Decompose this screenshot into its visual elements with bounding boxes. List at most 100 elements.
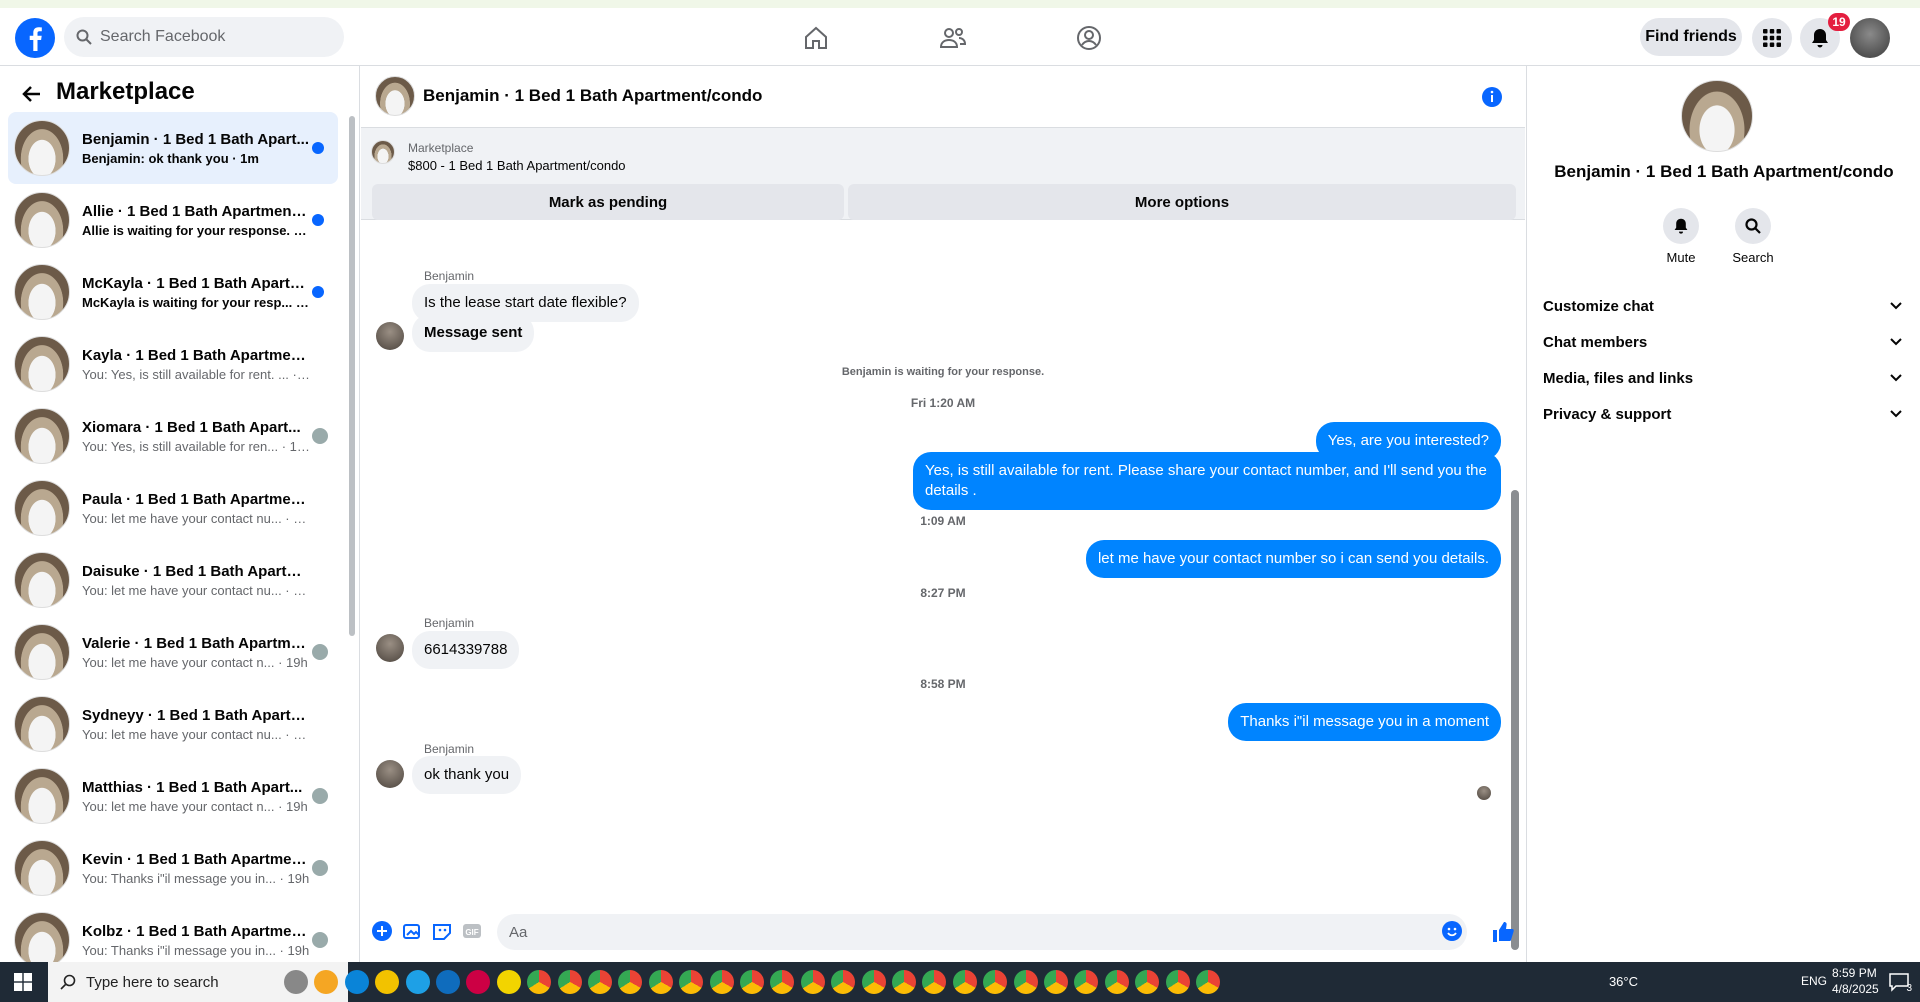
seen-avatar (312, 428, 328, 444)
action-center-icon[interactable]: 3 (1888, 972, 1912, 994)
chat-title[interactable]: Benjamin · 1 Bed 1 Bath Apartment/condo (423, 86, 762, 106)
back-arrow-icon[interactable] (20, 82, 44, 106)
photo-icon[interactable] (401, 920, 425, 944)
clock[interactable]: 8:59 PM 4/8/2025 (1832, 966, 1879, 996)
weather-temperature[interactable]: 36°C (1609, 974, 1638, 989)
chrome-window-icon[interactable] (800, 970, 825, 994)
customize-chat-section[interactable]: Customize chat (1543, 292, 1903, 320)
conversation-preview: You: Thanks i"il message you in... · 19h (82, 942, 310, 958)
mark-as-pending-button[interactable]: Mark as pending (372, 184, 844, 220)
chat-thumbnail[interactable] (375, 76, 415, 116)
chrome-window-icon[interactable] (983, 970, 1008, 994)
facebook-logo-icon[interactable] (14, 17, 56, 59)
chat-members-section[interactable]: Chat members (1543, 328, 1903, 356)
gif-icon[interactable]: GIF (461, 920, 485, 944)
message-composer: GIF Aa (361, 904, 1525, 962)
conversation-item[interactable]: Paula · 1 Bed 1 Bath Apartment/... You: l… (8, 472, 338, 544)
sticker-icon[interactable] (431, 920, 455, 944)
conversation-item[interactable]: Daisuke · 1 Bed 1 Bath Apartmen... You: l… (8, 544, 338, 616)
taskbar-app-icon[interactable] (436, 970, 460, 994)
search-icon (76, 29, 92, 45)
conversation-name: Kayla · 1 Bed 1 Bath Apartment/c... (82, 346, 310, 364)
chrome-window-icon[interactable] (557, 970, 582, 994)
taskbar-app-icon[interactable] (375, 970, 400, 994)
sender-avatar[interactable] (376, 634, 404, 662)
emoji-icon[interactable] (1441, 920, 1465, 944)
chrome-window-icon[interactable] (1074, 970, 1099, 994)
sender-avatar[interactable] (376, 760, 404, 788)
search-in-chat-button[interactable]: Search (1723, 208, 1783, 265)
friends-icon[interactable] (937, 22, 969, 54)
chrome-window-icon[interactable] (588, 970, 612, 994)
conversation-text: Matthias · 1 Bed 1 Bath Apart... You: let… (82, 779, 310, 814)
chrome-window-icon[interactable] (648, 970, 673, 994)
chrome-window-icon[interactable] (679, 970, 704, 994)
find-friends-button[interactable]: Find friends (1640, 18, 1742, 56)
language-indicator[interactable]: ENG (1801, 974, 1827, 988)
section-label: Chat members (1543, 333, 1648, 351)
conversation-item[interactable]: Sydneyy · 1 Bed 1 Bath Apartme... You: le… (8, 688, 338, 760)
conversation-item[interactable]: Matthias · 1 Bed 1 Bath Apart... You: let… (8, 760, 338, 832)
chrome-window-icon[interactable] (1196, 970, 1220, 994)
chevron-down-icon (1889, 371, 1903, 385)
incoming-message[interactable]: Message sent (412, 314, 535, 352)
chrome-window-icon[interactable] (527, 970, 552, 994)
chrome-window-icon[interactable] (1135, 970, 1160, 994)
apps-menu-button[interactable] (1752, 18, 1792, 58)
incoming-message[interactable]: 6614339788 (412, 631, 520, 669)
outgoing-message[interactable]: Thanks i"il message you in a moment (1228, 703, 1501, 741)
conversation-item[interactable]: Kevin · 1 Bed 1 Bath Apartmen... You: Tha… (8, 832, 338, 904)
home-icon[interactable] (800, 22, 832, 54)
chrome-window-icon[interactable] (1044, 970, 1068, 994)
listing-thumbnail[interactable] (371, 140, 395, 164)
outgoing-message[interactable]: let me have your contact number so i can… (1085, 540, 1501, 578)
conversation-item[interactable]: Benjamin · 1 Bed 1 Bath Apart... Benjamin… (8, 112, 338, 184)
conversation-item[interactable]: Valerie · 1 Bed 1 Bath Apartme... You: le… (8, 616, 338, 688)
taskbar-app-icon[interactable] (466, 970, 491, 994)
taskbar-app-icon[interactable] (284, 970, 308, 994)
conversation-item[interactable]: Kolbz · 1 Bed 1 Bath Apartmen... You: Tha… (8, 904, 338, 962)
seen-avatar (312, 860, 328, 876)
conversation-text: Allie · 1 Bed 1 Bath Apartment/... Allie … (82, 203, 310, 238)
chrome-window-icon[interactable] (952, 970, 977, 994)
sender-avatar[interactable] (376, 322, 404, 350)
groups-icon[interactable] (1073, 22, 1105, 54)
info-icon[interactable] (1481, 86, 1503, 108)
chrome-window-icon[interactable] (892, 970, 916, 994)
privacy-support-section[interactable]: Privacy & support (1543, 400, 1903, 428)
listing-title[interactable]: $800 - 1 Bed 1 Bath Apartment/condo (408, 158, 626, 173)
conversation-item[interactable]: Kayla · 1 Bed 1 Bath Apartment/c... You: … (8, 328, 338, 400)
conversation-item[interactable]: Allie · 1 Bed 1 Bath Apartment/... Allie … (8, 184, 338, 256)
grid-icon (1763, 29, 1781, 47)
listing-image[interactable] (1681, 80, 1753, 152)
chrome-window-icon[interactable] (831, 970, 856, 994)
account-avatar[interactable] (1850, 18, 1890, 58)
taskbar-app-icon[interactable] (405, 970, 430, 994)
chrome-window-icon[interactable] (922, 970, 947, 994)
message-input[interactable]: Aa (497, 914, 1467, 950)
more-options-button[interactable]: More options (848, 184, 1516, 220)
outgoing-message[interactable]: Yes, is still available for rent. Please… (913, 452, 1501, 510)
taskbar-app-icon[interactable] (496, 970, 521, 994)
chrome-window-icon[interactable] (1013, 970, 1038, 994)
thumbs-up-icon[interactable] (1491, 920, 1515, 944)
plus-icon[interactable] (371, 920, 395, 944)
taskbar-app-icon[interactable] (344, 970, 369, 994)
conversation-item[interactable]: McKayla · 1 Bed 1 Bath Apartm... McKayla … (8, 256, 338, 328)
chrome-window-icon[interactable] (618, 970, 643, 994)
marketplace-label: Marketplace (408, 141, 474, 155)
chat-scrollbar[interactable] (1511, 490, 1519, 950)
chrome-window-icon[interactable] (709, 970, 734, 994)
search-bar[interactable]: Search Facebook (64, 17, 344, 57)
chrome-window-icon[interactable] (861, 970, 886, 994)
chrome-window-icon[interactable] (770, 970, 795, 994)
chrome-window-icon[interactable] (1104, 970, 1129, 994)
windows-start-icon[interactable] (0, 962, 46, 1002)
left-scrollbar[interactable] (349, 116, 355, 636)
media-files-links-section[interactable]: Media, files and links (1543, 364, 1903, 392)
mute-button[interactable]: Mute (1651, 208, 1711, 265)
conversation-item[interactable]: Xiomara · 1 Bed 1 Bath Apart... You: Yes,… (8, 400, 338, 472)
chrome-window-icon[interactable] (740, 970, 764, 994)
chrome-window-icon[interactable] (1165, 970, 1190, 994)
incoming-message[interactable]: ok thank you (412, 756, 522, 794)
